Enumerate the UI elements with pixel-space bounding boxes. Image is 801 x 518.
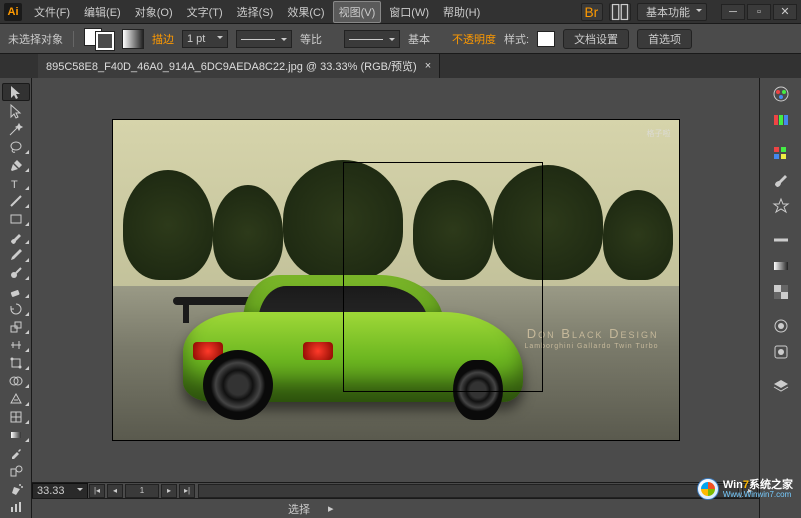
tool-mesh[interactable] — [2, 409, 30, 425]
design-credit: Don Black Design Lamborghini Gallardo Tw… — [525, 326, 659, 350]
last-artboard-button[interactable]: ▸| — [179, 484, 195, 498]
bridge-button[interactable]: Br — [581, 3, 603, 21]
arrange-documents-button[interactable] — [609, 3, 631, 21]
tool-pen[interactable] — [2, 157, 30, 173]
opacity-label[interactable]: 不透明度 — [452, 31, 496, 47]
title-bar: Ai 文件(F)编辑(E)对象(O)文字(T)选择(S)效果(C)视图(V)窗口… — [0, 0, 801, 24]
menu-5[interactable]: 效果(C) — [281, 1, 330, 23]
menu-3[interactable]: 文字(T) — [181, 1, 229, 23]
panel-brushes[interactable] — [767, 168, 795, 192]
panel-layers[interactable] — [767, 374, 795, 398]
menu-8[interactable]: 帮助(H) — [437, 1, 486, 23]
panel-color[interactable] — [767, 82, 795, 106]
tool-blend[interactable] — [2, 463, 30, 479]
tool-free-transform[interactable] — [2, 355, 30, 371]
status-bar: 选择 ▸ — [32, 498, 759, 518]
no-selection-label: 未选择对象 — [8, 31, 63, 47]
current-tool-label: 选择 — [288, 501, 310, 517]
panel-gradient-panel[interactable] — [767, 254, 795, 278]
stroke-preview[interactable] — [236, 30, 292, 48]
document-setup-button[interactable]: 文档设置 — [563, 29, 629, 49]
fill-stroke-swatch[interactable] — [84, 28, 114, 50]
tool-perspective[interactable] — [2, 391, 30, 407]
panel-transparency[interactable] — [767, 280, 795, 304]
tool-selection[interactable] — [2, 83, 30, 101]
tool-pencil[interactable] — [2, 247, 30, 263]
canvas-area: Don Black Design Lamborghini Gallardo Tw… — [32, 78, 759, 518]
menu-1[interactable]: 编辑(E) — [78, 1, 127, 23]
next-artboard-button[interactable]: ▸ — [161, 484, 177, 498]
workspace-switcher[interactable]: 基本功能 — [637, 3, 707, 21]
tool-eyedropper[interactable] — [2, 445, 30, 461]
menu-6[interactable]: 视图(V) — [333, 1, 382, 23]
prev-artboard-button[interactable]: ◂ — [107, 484, 123, 498]
profile-preview[interactable] — [344, 30, 400, 48]
horizontal-scrollbar[interactable] — [198, 484, 739, 498]
artboard-image: Don Black Design Lamborghini Gallardo Tw… — [113, 120, 679, 440]
profile-label: 基本 — [408, 31, 430, 47]
first-artboard-button[interactable]: |◂ — [89, 484, 105, 498]
panel-color-guide[interactable] — [767, 108, 795, 132]
app-logo: Ai — [4, 3, 22, 21]
style-label: 样式: — [504, 31, 529, 47]
tab-close-icon[interactable]: × — [425, 60, 431, 72]
tool-magic-wand[interactable] — [2, 121, 30, 137]
workspace-label: 基本功能 — [646, 4, 690, 20]
panel-appearance[interactable] — [767, 314, 795, 338]
preferences-button[interactable]: 首选项 — [637, 29, 692, 49]
document-tab[interactable]: 895C58E8_F40D_46A0_914A_6DC9AEDA8C22.jpg… — [38, 54, 440, 78]
tool-gradient[interactable] — [2, 427, 30, 443]
artboard-nav-bar: 33.33 |◂ ◂ 1 ▸ ▸| ▸ — [32, 482, 759, 498]
svg-text:T: T — [11, 179, 18, 191]
app-root: Ai 文件(F)编辑(E)对象(O)文字(T)选择(S)效果(C)视图(V)窗口… — [0, 0, 801, 518]
style-swatch[interactable] — [537, 31, 555, 47]
stroke-label[interactable]: 描边 — [152, 31, 174, 47]
tool-paintbrush[interactable] — [2, 229, 30, 245]
tool-lasso[interactable] — [2, 139, 30, 155]
artboard-number-input[interactable]: 1 — [125, 484, 159, 498]
tool-rotate[interactable] — [2, 301, 30, 317]
maximize-button[interactable]: ▫ — [747, 4, 771, 20]
canvas[interactable]: Don Black Design Lamborghini Gallardo Tw… — [32, 78, 759, 482]
menu-2[interactable]: 对象(O) — [129, 1, 179, 23]
panel-dock — [759, 78, 801, 518]
tool-blob-brush[interactable] — [2, 265, 30, 281]
tool-graph[interactable] — [2, 499, 30, 515]
image-watermark: 格子啦 — [647, 128, 671, 139]
stroke-weight-input[interactable]: 1 pt — [182, 30, 228, 48]
zoom-input[interactable]: 33.33 — [32, 483, 88, 499]
document-tab-title: 895C58E8_F40D_46A0_914A_6DC9AEDA8C22.jpg… — [46, 58, 417, 74]
tool-eraser[interactable] — [2, 283, 30, 299]
tool-scale[interactable] — [2, 319, 30, 335]
tool-line[interactable] — [2, 193, 30, 209]
close-button[interactable]: ✕ — [773, 4, 797, 20]
panel-symbols[interactable] — [767, 194, 795, 218]
uniform-label: 等比 — [300, 31, 322, 47]
menu-bar: 文件(F)编辑(E)对象(O)文字(T)选择(S)效果(C)视图(V)窗口(W)… — [28, 1, 486, 23]
tool-rectangle[interactable] — [2, 211, 30, 227]
site-watermark: Win7系统之家 Www.Winwin7.com — [697, 478, 793, 500]
window-controls: ─ ▫ ✕ — [721, 4, 797, 20]
panel-swatches[interactable] — [767, 142, 795, 166]
menu-4[interactable]: 选择(S) — [231, 1, 280, 23]
tool-symbol-sprayer[interactable] — [2, 481, 30, 497]
windows-logo-icon — [697, 478, 719, 500]
menu-0[interactable]: 文件(F) — [28, 1, 76, 23]
panel-stroke[interactable] — [767, 228, 795, 252]
car-illustration — [183, 260, 573, 420]
workspace: T — [0, 78, 801, 518]
toolbox: T — [0, 78, 32, 518]
document-tab-bar: 895C58E8_F40D_46A0_914A_6DC9AEDA8C22.jpg… — [0, 54, 801, 78]
tool-shape-builder[interactable] — [2, 373, 30, 389]
tool-type[interactable]: T — [2, 175, 30, 191]
tool-width[interactable] — [2, 337, 30, 353]
tool-direct-selection[interactable] — [2, 103, 30, 119]
options-bar: 未选择对象 描边 1 pt 等比 基本 不透明度 样式: 文档设置 首选项 — [0, 24, 801, 54]
panel-graphic-styles[interactable] — [767, 340, 795, 364]
minimize-button[interactable]: ─ — [721, 4, 745, 20]
gradient-swatch[interactable] — [122, 29, 144, 49]
menu-7[interactable]: 窗口(W) — [383, 1, 435, 23]
svg-text:Br: Br — [585, 5, 599, 20]
